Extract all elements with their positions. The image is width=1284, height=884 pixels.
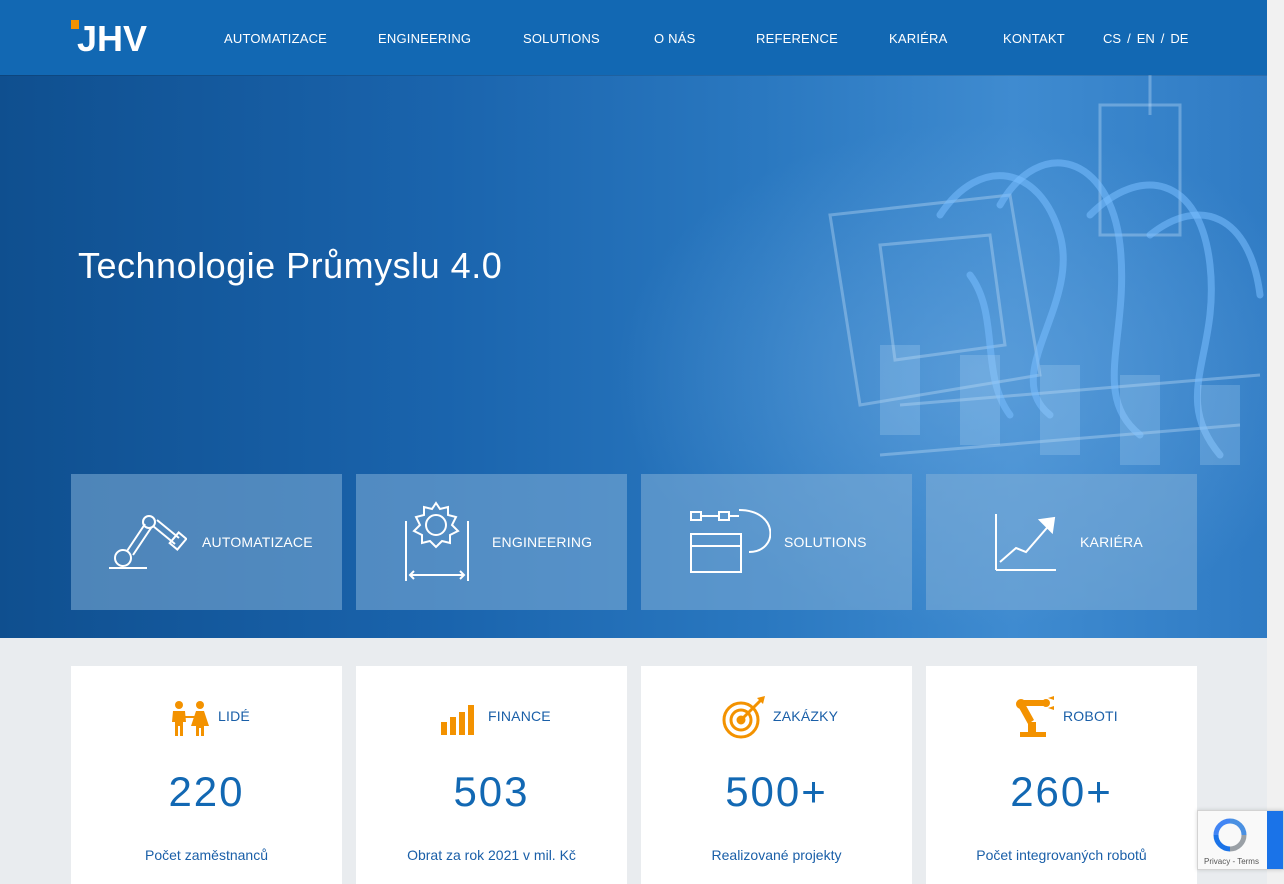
tile-kariera[interactable]: KARIÉRA [926, 474, 1197, 610]
recaptcha-side-tab [1267, 811, 1283, 869]
stat-card-lide: LIDÉ 220 Počet zaměstnanců [71, 666, 342, 884]
nav-item-solutions[interactable]: SOLUTIONS [523, 31, 600, 46]
stat-value: 503 [453, 768, 530, 815]
stat-description: Počet zaměstnanců [145, 847, 268, 863]
nav-item-o-nas[interactable]: O NÁS [654, 31, 695, 46]
stat-header: ZAKÁZKY [641, 696, 912, 740]
language-switcher: CS / EN / DE [1103, 31, 1188, 46]
tile-label: AUTOMATIZACE [202, 534, 313, 550]
svg-text:JHV: JHV [77, 20, 147, 54]
stat-description: Počet integrovaných robotů [976, 847, 1147, 863]
nav-item-kariera[interactable]: KARIÉRA [889, 31, 947, 46]
lang-cs[interactable]: CS [1103, 31, 1121, 46]
stat-label: LIDÉ [218, 708, 250, 724]
jhv-logo[interactable]: JHV [71, 20, 167, 54]
stat-header: LIDÉ [71, 700, 342, 740]
hero-banner: Technologie Průmyslu 4.0 AUTOMATIZACE EN… [0, 75, 1267, 638]
top-navigation-bar: JHV AUTOMATIZACE ENGINEERING SOLUTIONS O… [0, 0, 1267, 75]
stat-label: ROBOTI [1063, 708, 1118, 724]
stat-value: 500+ [725, 768, 828, 815]
stat-card-roboti: ROBOTI 260+ Počet integrovaných robotů [926, 666, 1197, 884]
tile-solutions[interactable]: SOLUTIONS [641, 474, 912, 610]
recaptcha-links[interactable]: Privacy - Terms [1204, 857, 1259, 866]
lang-separator: / [1127, 31, 1131, 46]
stat-card-zakazky: ZAKÁZKY 500+ Realizované projekty [641, 666, 912, 884]
stat-value: 260+ [1010, 768, 1113, 815]
tile-engineering[interactable]: ENGINEERING [356, 474, 627, 610]
lang-separator: / [1160, 31, 1165, 46]
target-icon [722, 696, 765, 739]
stat-value: 220 [168, 768, 245, 815]
nav-item-kontakt[interactable]: KONTAKT [1003, 31, 1065, 46]
connected-box-icon [690, 509, 771, 573]
industrial-robot-icon [1016, 696, 1054, 737]
stat-label: ZAKÁZKY [773, 708, 839, 724]
nav-item-engineering[interactable]: ENGINEERING [378, 31, 471, 46]
gear-measure-icon [405, 501, 469, 581]
tile-label: KARIÉRA [1080, 534, 1143, 550]
robot-arm-icon [109, 515, 187, 569]
nav-item-reference[interactable]: REFERENCE [756, 31, 838, 46]
nav-item-automatizace[interactable]: AUTOMATIZACE [224, 31, 327, 46]
stat-label: FINANCE [488, 708, 551, 724]
bar-chart-icon [441, 705, 474, 735]
hero-title: Technologie Průmyslu 4.0 [78, 245, 503, 286]
tile-label: ENGINEERING [492, 534, 593, 550]
lang-de[interactable]: DE [1170, 31, 1188, 46]
page-scrollbar[interactable] [1267, 0, 1284, 884]
stat-description: Realizované projekty [711, 847, 842, 863]
stat-description: Obrat za rok 2021 v mil. Kč [407, 847, 576, 863]
recaptcha-badge[interactable]: Privacy - Terms [1197, 810, 1284, 870]
tile-automatizace[interactable]: AUTOMATIZACE [71, 474, 342, 610]
tile-label: SOLUTIONS [784, 534, 867, 550]
stat-header: ROBOTI [926, 696, 1197, 740]
lang-en[interactable]: EN [1137, 31, 1155, 46]
growth-chart-icon [995, 514, 1056, 571]
recaptcha-logo-icon [1213, 818, 1247, 852]
people-icon [172, 701, 209, 736]
stat-card-finance: FINANCE 503 Obrat za rok 2021 v mil. Kč [356, 666, 627, 884]
stat-header: FINANCE [356, 700, 627, 740]
